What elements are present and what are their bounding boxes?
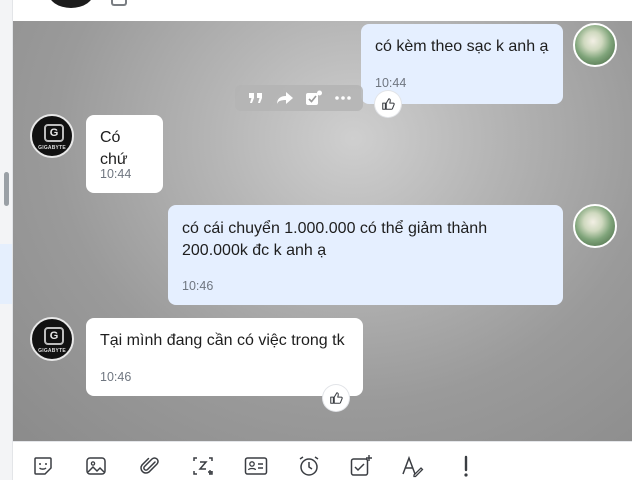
message-text: có kèm theo sạc k anh ạ [375,38,549,55]
sender-avatar[interactable]: G GIGABYTE [30,114,74,158]
message-text: Tại mình đang cần có việc trong tk [100,332,345,349]
user-avatar[interactable] [573,204,617,248]
contact-card-icon[interactable] [244,454,268,478]
user-avatar[interactable] [573,23,617,67]
like-icon[interactable] [375,91,401,117]
message-action-bar [235,85,363,111]
avatar-brand-text: GIGABYTE [38,348,66,354]
task-icon[interactable] [303,87,325,109]
message-text-line2: 200.000k đc k anh ạ [182,242,327,259]
format-text-icon[interactable] [400,454,424,478]
attachment-icon[interactable] [138,454,162,478]
image-icon[interactable] [84,454,108,478]
more-icon[interactable] [332,87,354,109]
message-text-line1: có cái chuyển 1.000.000 có thể giảm thàn… [182,220,488,237]
previous-avatar [48,0,94,8]
chat-area: có kèm theo sạc k anh ạ 10:44 G GIGABYTE… [13,21,632,441]
header-icon[interactable] [111,0,127,6]
todo-icon[interactable] [349,454,373,478]
message-time: 10:46 [100,370,132,384]
like-icon[interactable] [323,385,349,411]
sticker-icon[interactable] [31,454,55,478]
message-bubble-incoming[interactable]: Tại mình đang cần có việc trong tk 10:46 [86,318,363,396]
conversation-list-edge [0,0,13,480]
selected-conversation-highlight [0,244,12,304]
gigabyte-logo-icon: G [44,124,64,142]
header-strip [13,0,632,21]
message-bubble-incoming[interactable]: Có chứ 10:44 [86,115,163,193]
message-time: 10:44 [100,167,132,181]
gigabyte-logo-icon: G [44,327,64,345]
composer-toolbar [13,441,632,481]
urgent-icon[interactable] [454,454,478,478]
avatar-brand-text: GIGABYTE [38,145,66,151]
screenshot-icon[interactable] [191,454,215,478]
sender-avatar[interactable]: G GIGABYTE [30,317,74,361]
forward-icon[interactable] [274,87,296,109]
quote-icon[interactable] [245,87,267,109]
message-bubble-outgoing[interactable]: có cái chuyển 1.000.000 có thể giảm thàn… [168,205,563,305]
reminder-icon[interactable] [297,454,321,478]
message-time: 10:46 [182,279,214,293]
conversation-list-scrollbar[interactable] [4,172,9,206]
